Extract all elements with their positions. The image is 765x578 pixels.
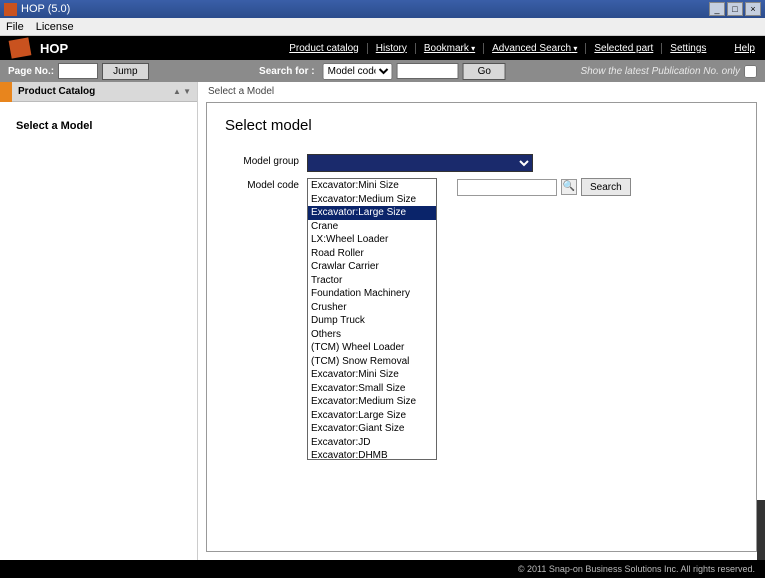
dropdown-option[interactable]: Excavator:Medium Size: [308, 395, 436, 409]
sidebar-header: Product Catalog ▲ ▼: [0, 82, 197, 102]
nav-bookmark[interactable]: Bookmark: [416, 43, 484, 54]
dropdown-option[interactable]: Crawlar Carrier: [308, 260, 436, 274]
main: Product Catalog ▲ ▼ Select a Model Selec…: [0, 82, 765, 560]
titlebar: HOP (5.0) _ □ ×: [0, 0, 765, 18]
dropdown-option[interactable]: (TCM) Snow Removal: [308, 355, 436, 369]
dropdown-option[interactable]: Excavator:Giant Size: [308, 422, 436, 436]
sort-icons[interactable]: ▲ ▼: [173, 87, 191, 96]
copyright: © 2011 Snap-on Business Solutions Inc. A…: [518, 564, 755, 574]
sidebar-item-select-model[interactable]: Select a Model: [12, 112, 185, 140]
brand-logo: [9, 37, 32, 58]
dropdown-option[interactable]: Excavator:DHMB: [308, 449, 436, 460]
sidebar: Product Catalog ▲ ▼ Select a Model: [0, 82, 198, 560]
page-no-input[interactable]: [58, 63, 98, 79]
menu-license[interactable]: License: [36, 21, 74, 33]
dropdown-option[interactable]: Excavator:Mini Size: [308, 179, 436, 193]
minimize-button[interactable]: _: [709, 2, 725, 16]
dropdown-option[interactable]: Excavator:Large Size: [308, 409, 436, 423]
dropdown-option[interactable]: Dump Truck: [308, 314, 436, 328]
content: Select a Model Select model Model group …: [198, 82, 765, 560]
sidebar-title: Product Catalog: [18, 86, 95, 97]
dropdown-option[interactable]: Tractor: [308, 274, 436, 288]
page-title: Select model: [225, 117, 738, 134]
model-group-dropdown[interactable]: Excavator:Mini SizeExcavator:Medium Size…: [307, 178, 437, 460]
jump-button[interactable]: Jump: [102, 63, 148, 80]
dropdown-option[interactable]: Excavator:Large Size: [308, 206, 436, 220]
dropdown-option[interactable]: Others: [308, 328, 436, 342]
lookup-icon[interactable]: 🔍: [561, 179, 577, 195]
dropdown-option[interactable]: Road Roller: [308, 247, 436, 261]
model-group-select[interactable]: [307, 154, 533, 172]
publication-note: Show the latest Publication No. only: [580, 66, 740, 77]
search-for-label: Search for :: [259, 66, 315, 77]
content-frame: Select model Model group Model code Exca…: [206, 102, 757, 552]
window-title: HOP (5.0): [21, 3, 70, 15]
publication-checkbox[interactable]: [744, 65, 757, 78]
dropdown-option[interactable]: Excavator:Medium Size: [308, 193, 436, 207]
searchbar: Page No.: Jump Search for : Model code G…: [0, 60, 765, 82]
search-type-select[interactable]: Model code: [323, 63, 393, 80]
resize-handle[interactable]: [757, 500, 765, 560]
nav-product-catalog[interactable]: Product catalog: [281, 43, 368, 54]
nav-history[interactable]: History: [368, 43, 416, 54]
dropdown-option[interactable]: Foundation Machinery: [308, 287, 436, 301]
footer: © 2011 Snap-on Business Solutions Inc. A…: [0, 560, 765, 578]
nav-help[interactable]: Help: [734, 43, 755, 54]
page-no-label: Page No.:: [8, 66, 54, 77]
dropdown-option[interactable]: LX:Wheel Loader: [308, 233, 436, 247]
menubar: File License: [0, 18, 765, 36]
nav-advanced-search[interactable]: Advanced Search: [484, 43, 586, 54]
search-input[interactable]: [397, 63, 459, 79]
topnav-links: Product catalog History Bookmark Advance…: [281, 43, 714, 54]
menu-file[interactable]: File: [6, 21, 24, 33]
collapse-tab-icon[interactable]: [0, 82, 12, 102]
app-icon: [4, 3, 17, 16]
dropdown-option[interactable]: Crusher: [308, 301, 436, 315]
dropdown-option[interactable]: Excavator:JD: [308, 436, 436, 450]
brand-label: HOP: [40, 41, 68, 56]
nav-settings[interactable]: Settings: [662, 43, 714, 54]
model-code-label: Model code: [225, 178, 307, 191]
maximize-button[interactable]: □: [727, 2, 743, 16]
model-code-input[interactable]: [457, 179, 557, 196]
topnav: HOP Product catalog History Bookmark Adv…: [0, 36, 765, 60]
dropdown-option[interactable]: Excavator:Mini Size: [308, 368, 436, 382]
nav-selected-part[interactable]: Selected part: [586, 43, 662, 54]
search-button[interactable]: Search: [581, 178, 631, 196]
dropdown-option[interactable]: Excavator:Small Size: [308, 382, 436, 396]
close-button[interactable]: ×: [745, 2, 761, 16]
dropdown-option[interactable]: (TCM) Wheel Loader: [308, 341, 436, 355]
dropdown-option[interactable]: Crane: [308, 220, 436, 234]
model-group-label: Model group: [225, 154, 307, 167]
go-button[interactable]: Go: [463, 63, 506, 80]
breadcrumb: Select a Model: [198, 82, 765, 100]
